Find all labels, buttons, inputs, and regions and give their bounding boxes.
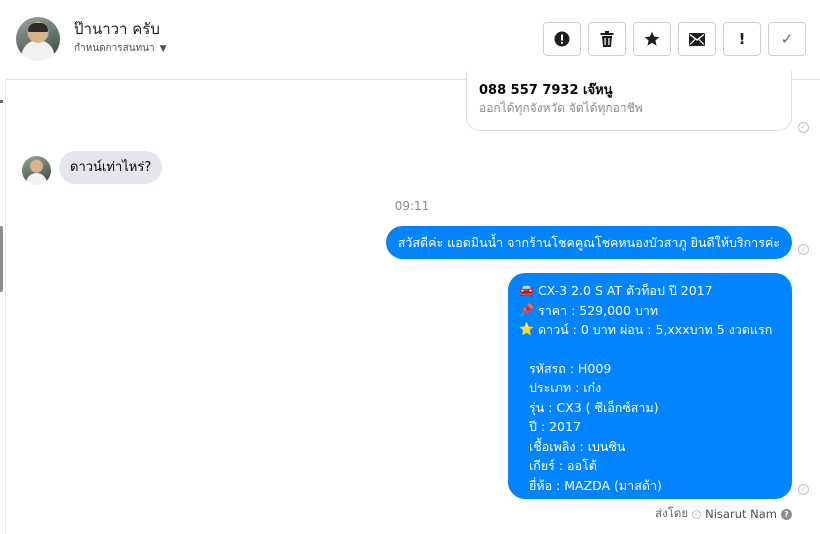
panel-marker (0, 100, 3, 103)
caret-down-icon: ▼ (159, 43, 167, 54)
pushpin-icon: 📌 (519, 302, 534, 317)
car-type: ประเภท : เก๋ง (529, 380, 602, 395)
seen-check-icon: ✓ (798, 484, 809, 495)
star-icon (644, 31, 660, 47)
car-code: รหัสรถ : H009 (529, 360, 612, 376)
sent-check-icon: ✓ (692, 509, 702, 519)
star-button[interactable] (633, 22, 671, 56)
outgoing-greeting-bubble[interactable]: สวัสดีค่ะ แอดมินน้ำ จากร้านโชคคูณโชคหนอง… (385, 226, 792, 259)
contact-name[interactable]: ป๊านาวา ครับ (74, 17, 160, 41)
mark-unread-button[interactable] (678, 22, 716, 56)
mark-done-button[interactable]: ✓ (768, 22, 806, 56)
seen-check-icon: ✓ (798, 244, 809, 255)
car-gear: เกียร์ : ออโต้ (529, 458, 597, 473)
sent-by-label: ส่งโดย (655, 506, 689, 520)
messenger-inbox: ป๊านาวา ครับ กำหนดการสนทนา ▼ ! ✓ 088 557… (0, 0, 820, 534)
seen-check-icon: ✓ (798, 122, 809, 133)
car-price: ราคา : 529,000 บาท (538, 302, 659, 318)
follow-up-button[interactable]: ! (723, 22, 761, 56)
agent-name[interactable]: Nisarut Nam (705, 507, 777, 521)
car-title-row: 🚘 CX-3 2.0 S AT ตัวท็อป ปี 2017 (519, 281, 782, 301)
envelope-icon (689, 32, 705, 46)
exclamation-icon: ! (738, 30, 746, 48)
exclamation-circle-icon (554, 31, 570, 47)
car-fuel: เชื้อเพลิง : เบนซิน (529, 438, 626, 454)
trash-icon (600, 31, 614, 47)
panel-scroll-handle[interactable] (0, 226, 3, 292)
car-year: ปี : 2017 (529, 419, 581, 434)
sent-by-line: ส่งโดย ✓ Nisarut Nam ? (655, 505, 792, 523)
car-title: CX-3 2.0 S AT ตัวท็อป ปี 2017 (538, 283, 713, 298)
message-thread: 088 557 7932 เจ๊หนู ออกได้ทุกจังหวัด จัด… (6, 71, 820, 534)
sender-avatar (22, 156, 51, 185)
report-spam-button[interactable] (543, 22, 581, 56)
incoming-message-bubble[interactable]: ดาวน์เท่าไหร่? (59, 151, 163, 184)
help-icon[interactable]: ? (781, 508, 792, 520)
car-brand: ยี่ห้อ : MAZDA (มาสด้า) (529, 477, 662, 493)
assign-conversation-dropdown[interactable]: กำหนดการสนทนา ▼ (74, 41, 167, 56)
action-toolbar: ! ✓ (543, 22, 806, 56)
message-timestamp: 09:11 (394, 199, 430, 213)
card-subtitle: ออกได้ทุกจังหวัด จัดได้ทุกอาชีพ (479, 101, 643, 115)
car-icon: 🚘 (519, 283, 534, 297)
contact-avatar[interactable] (16, 17, 60, 61)
car-price-row: 📌 ราคา : 529,000 บาท (519, 301, 782, 321)
card-phone-line: 088 557 7932 เจ๊หนู (479, 83, 613, 98)
car-model: รุ่น : CX3 ( ซีเอ็กซ์สาม) (529, 399, 659, 415)
checkmark-icon: ✓ (780, 30, 794, 48)
car-details-bubble[interactable]: 🚘 CX-3 2.0 S AT ตัวท็อป ปี 2017 📌 ราคา :… (508, 273, 792, 499)
star-emoji-icon: ⭐ (519, 322, 534, 336)
previous-message-card[interactable]: 088 557 7932 เจ๊หนู ออกได้ทุกจังหวัด จัด… (466, 71, 792, 131)
assign-label: กำหนดการสนทนา (74, 43, 155, 54)
car-down-row: ⭐ ดาวน์ : 0 บาท ผ่อน : 5,xxxบาท 5 งวดแรก (519, 320, 782, 340)
car-down-payment: ดาวน์ : 0 บาท ผ่อน : 5,xxxบาท 5 งวดแรก (538, 322, 773, 337)
conversation-header: ป๊านาวา ครับ กำหนดการสนทนา ▼ ! ✓ (6, 0, 820, 80)
delete-button[interactable] (588, 22, 626, 56)
